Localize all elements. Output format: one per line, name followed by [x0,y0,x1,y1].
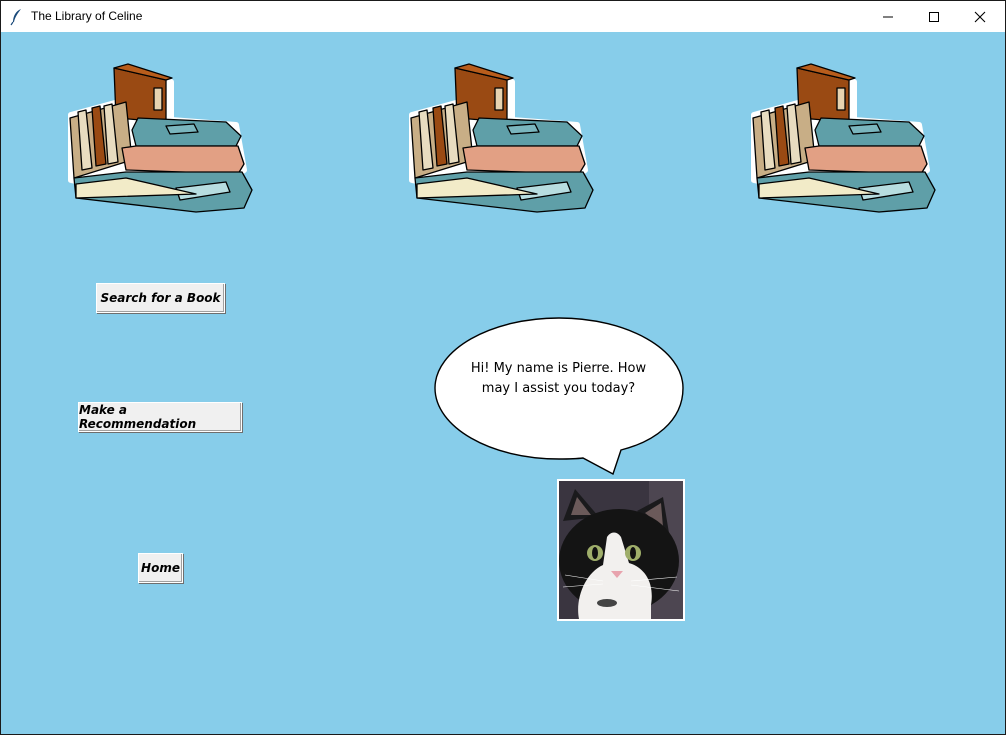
speech-bubble-text: Hi! My name is Pierre. How may I assist … [470,361,647,396]
search-book-button[interactable]: Search for a Book [96,283,225,313]
make-recommendation-button[interactable]: Make a Recommendation [78,402,242,432]
maximize-button[interactable] [911,1,957,32]
main-canvas: Search for a Book Make a Recommendation … [1,32,1005,734]
feather-icon [10,9,21,26]
minimize-button[interactable] [865,1,911,32]
cat-photo [557,479,685,621]
stack-of-books-icon [409,63,594,213]
home-button[interactable]: Home [138,553,183,583]
close-button[interactable] [957,1,1003,32]
stack-of-books-icon [751,63,936,213]
app-window: The Library of Celine Search for a Book … [0,0,1006,735]
maximize-icon [929,11,939,22]
title-bar: The Library of Celine [1,1,1005,32]
window-title: The Library of Celine [31,9,143,23]
minimize-icon [883,16,893,17]
close-icon [974,11,986,22]
stack-of-books-icon [68,63,253,213]
